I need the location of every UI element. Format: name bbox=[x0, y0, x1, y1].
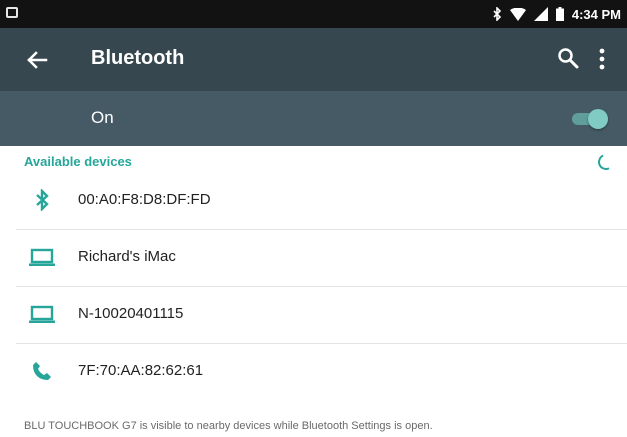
back-arrow-icon[interactable] bbox=[24, 47, 50, 73]
bluetooth-switch[interactable] bbox=[570, 108, 608, 130]
device-row[interactable]: 00:A0:F8:D8:DF:FD bbox=[0, 172, 627, 229]
laptop-icon bbox=[28, 243, 56, 271]
device-name: 7F:70:AA:82:62:61 bbox=[78, 362, 204, 379]
device-row[interactable]: Richard's iMac bbox=[0, 229, 627, 286]
page-title: Bluetooth bbox=[91, 47, 185, 69]
wifi-icon bbox=[509, 7, 526, 21]
status-icons: 4:34 PM bbox=[492, 5, 621, 23]
device-name: N-10020401115 bbox=[78, 305, 184, 322]
laptop-icon bbox=[28, 300, 56, 328]
device-row[interactable]: 7F:70:AA:82:62:61 bbox=[0, 343, 627, 400]
bluetooth-icon bbox=[493, 7, 501, 21]
scanning-spinner-icon bbox=[595, 151, 617, 173]
status-time: 4:34 PM bbox=[571, 6, 621, 22]
search-icon[interactable] bbox=[556, 46, 580, 70]
battery-icon bbox=[555, 7, 564, 21]
device-name: 00:A0:F8:D8:DF:FD bbox=[78, 191, 211, 208]
bluetooth-toggle-bar[interactable]: On bbox=[0, 91, 627, 146]
visibility-note: BLU TOUCHBOOK G7 is visible to nearby de… bbox=[24, 420, 433, 432]
status-bar: 4:34 PM bbox=[0, 0, 627, 28]
signal-icon bbox=[533, 7, 548, 21]
section-header: Available devices bbox=[24, 154, 132, 169]
more-options-icon[interactable] bbox=[595, 46, 609, 72]
app-bar: Bluetooth bbox=[0, 28, 627, 91]
device-name: Richard's iMac bbox=[78, 248, 176, 265]
toggle-label: On bbox=[91, 108, 114, 127]
notification-icon bbox=[6, 7, 18, 18]
switch-thumb bbox=[588, 109, 608, 129]
phone-icon bbox=[28, 357, 56, 385]
device-row[interactable]: N-10020401115 bbox=[0, 286, 627, 343]
bluetooth-icon bbox=[28, 186, 56, 214]
